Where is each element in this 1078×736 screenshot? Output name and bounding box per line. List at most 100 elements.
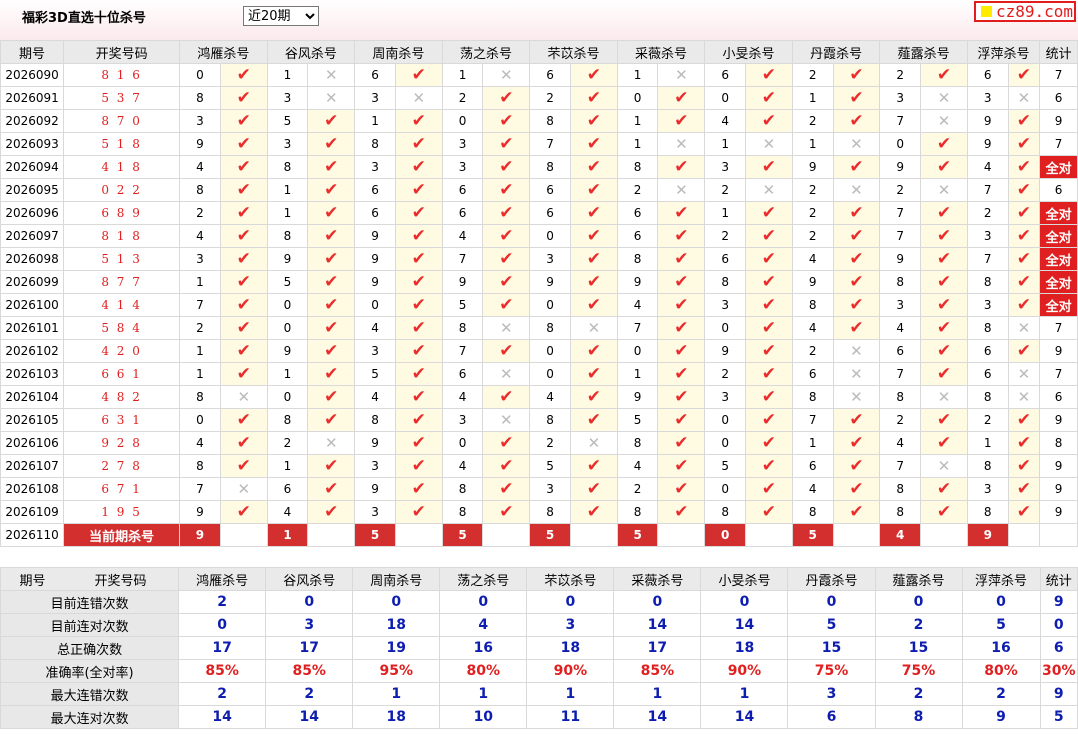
stats-value: 15 — [787, 636, 876, 660]
result-cell: ✕ — [482, 408, 531, 432]
kill-number-cell: 0 — [704, 431, 746, 455]
result-cell: ✔ — [394, 500, 443, 524]
kill-number-cell: 8 — [879, 500, 922, 524]
result-cell: ✕ — [920, 178, 968, 202]
check-icon: ✔ — [849, 249, 864, 269]
result-cell: ✔ — [219, 431, 268, 455]
logo-square-icon — [981, 6, 992, 17]
empty-cell — [920, 523, 968, 547]
result-cell: ✔ — [569, 63, 618, 87]
result-cell: ✔ — [394, 454, 443, 478]
check-icon: ✔ — [849, 88, 864, 108]
check-icon: ✔ — [499, 157, 514, 177]
stats-value: 14 — [700, 705, 789, 729]
result-cell: ✕ — [745, 132, 793, 156]
result-cell: ✔ — [569, 178, 618, 202]
result-cell: ✔ — [920, 155, 968, 179]
result-cell: ✔ — [219, 247, 268, 271]
result-cell: ✔ — [745, 362, 793, 386]
kill-number-cell: 1 — [179, 270, 221, 294]
kill-number-cell: 1 — [266, 362, 309, 386]
check-icon: ✔ — [761, 410, 777, 430]
draw-number-cell: 5 1 3 — [63, 247, 181, 271]
kill-number-cell: 6 — [704, 63, 746, 87]
check-icon: ✔ — [236, 295, 251, 315]
check-icon: ✔ — [236, 433, 251, 453]
kill-number-cell: 8 — [529, 500, 571, 524]
result-cell: ✕ — [219, 477, 268, 501]
kill-number-cell: 4 — [791, 316, 834, 340]
result-cell: ✔ — [569, 339, 618, 363]
check-icon: ✔ — [936, 433, 952, 453]
cross-icon: ✕ — [237, 480, 251, 498]
current-kill-cell: 5 — [616, 523, 659, 547]
check-icon: ✔ — [586, 180, 601, 200]
check-icon: ✔ — [761, 272, 777, 292]
kill-number-cell: 8 — [791, 293, 834, 317]
check-icon: ✔ — [936, 226, 952, 246]
kill-number-cell: 7 — [879, 224, 922, 248]
table-row: 2026096 6 8 9 2 ✔ 1 ✔ 6 ✔ 6 ✔ 6 ✔ 6 ✔ 1 ✔ 2 ✔ 7 ✔ 2 ✔ 全对 — [0, 201, 1078, 225]
kill-number-cell: 5 — [266, 109, 309, 133]
cross-icon: ✕ — [1017, 365, 1031, 383]
check-icon: ✔ — [236, 502, 251, 522]
check-icon: ✔ — [674, 249, 689, 269]
check-icon: ✔ — [236, 226, 251, 246]
check-icon: ✔ — [499, 387, 514, 407]
kill-number-cell: 9 — [354, 224, 396, 248]
check-icon: ✔ — [1016, 134, 1031, 154]
check-icon: ✔ — [1016, 295, 1031, 315]
kill-number-cell: 4 — [179, 431, 221, 455]
kill-number-cell: 8 — [879, 477, 922, 501]
col-expert: 采薇杀号 — [616, 40, 706, 64]
period-select[interactable]: 近20期 — [243, 6, 319, 26]
check-icon: ✔ — [586, 111, 601, 131]
check-icon: ✔ — [849, 295, 864, 315]
result-cell: ✔ — [569, 454, 618, 478]
result-cell: ✕ — [745, 178, 793, 202]
kill-number-cell: 6 — [966, 63, 1009, 87]
result-cell: ✔ — [745, 293, 793, 317]
kill-number-cell: 7 — [879, 454, 922, 478]
result-cell: ✔ — [219, 362, 268, 386]
result-cell: ✔ — [1007, 431, 1041, 455]
kill-number-cell: 7 — [966, 247, 1009, 271]
table-header-row: 期号 开奖号码 鸿雁杀号 谷风杀号 周南杀号 荡之杀号 芣苡杀号 采薇杀号 小旻… — [0, 40, 1078, 64]
stats-value: 2 — [874, 613, 963, 637]
result-cell: ✔ — [920, 224, 968, 248]
kill-number-cell: 3 — [441, 132, 484, 156]
kill-number-cell: 6 — [791, 454, 834, 478]
kill-number-cell: 8 — [879, 385, 922, 409]
result-cell: ✕ — [1007, 316, 1041, 340]
kill-number-cell: 8 — [441, 316, 484, 340]
check-icon: ✔ — [411, 502, 426, 522]
check-icon: ✔ — [324, 134, 339, 154]
stats-value: 9 — [1039, 682, 1078, 706]
kill-number-cell: 2 — [791, 224, 834, 248]
check-icon: ✔ — [761, 226, 777, 246]
cross-icon: ✕ — [675, 135, 688, 153]
check-icon: ✔ — [586, 410, 601, 430]
check-icon: ✔ — [761, 65, 777, 85]
all-right-badge: 全对 — [1039, 201, 1078, 225]
result-cell: ✕ — [920, 109, 968, 133]
cross-icon: ✕ — [500, 319, 513, 337]
check-icon: ✔ — [236, 134, 251, 154]
site-logo[interactable]: cz89.com — [974, 1, 1076, 22]
kill-number-cell: 5 — [616, 408, 659, 432]
result-cell: ✔ — [657, 362, 706, 386]
stats-row: 最大连对次数 14 14 18 10 11 14 14 6 8 9 5 — [0, 705, 1078, 729]
kill-number-cell: 6 — [704, 247, 746, 271]
stats-value: 17 — [265, 636, 354, 660]
result-cell: ✔ — [920, 431, 968, 455]
result-cell: ✕ — [920, 385, 968, 409]
result-cell: ✔ — [307, 201, 356, 225]
result-cell: ✔ — [1007, 454, 1041, 478]
result-cell: ✔ — [219, 178, 268, 202]
check-icon: ✔ — [1016, 479, 1031, 499]
check-icon: ✔ — [761, 249, 777, 269]
check-icon: ✔ — [849, 456, 864, 476]
result-cell: ✔ — [307, 362, 356, 386]
issue-cell: 2026104 — [0, 385, 65, 409]
check-icon: ✔ — [499, 433, 514, 453]
